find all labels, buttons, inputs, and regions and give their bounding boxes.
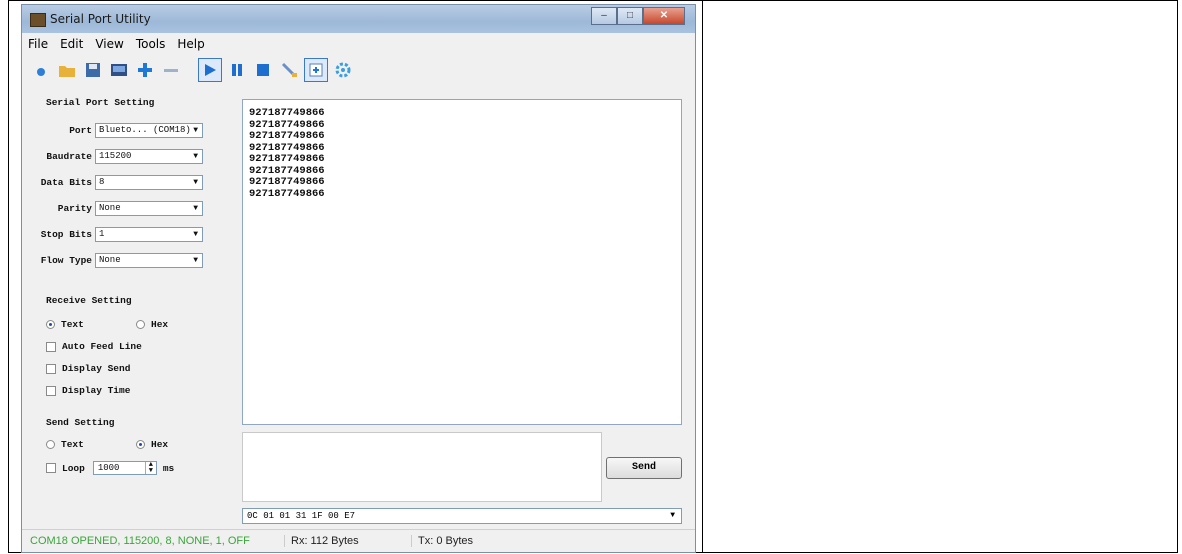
connection-status: COM18 OPENED, 115200, 8, NONE, 1, OFF <box>30 534 250 547</box>
radio-icon <box>46 440 55 449</box>
send-history-select[interactable]: 0C 01 01 31 1F 00 E7 ▼ <box>242 508 682 524</box>
receive-line: 927187749866 <box>249 187 325 200</box>
dropdown-arrow-icon: ▼ <box>193 204 198 213</box>
tx-count: Tx: 0 Bytes <box>411 534 473 547</box>
checkbox-icon <box>46 341 56 352</box>
title-bar[interactable]: Serial Port Utility – □ ✕ <box>22 5 695 33</box>
stop-icon[interactable] <box>252 59 274 81</box>
dropdown-arrow-icon: ▼ <box>193 230 198 239</box>
loop-interval-value: 1000 <box>97 463 120 473</box>
stopbits-select[interactable]: 1 ▼ <box>95 227 203 242</box>
send-text-label: Text <box>61 439 84 450</box>
port-label: Port <box>69 125 92 136</box>
app-icon <box>30 13 46 27</box>
menu-tools[interactable]: Tools <box>130 35 172 53</box>
stopbits-value: 1 <box>99 229 105 239</box>
rx-count: Rx: 112 Bytes <box>284 534 411 547</box>
clear-brush-icon[interactable] <box>278 59 300 81</box>
dropdown-arrow-icon: ▼ <box>193 256 198 265</box>
dropdown-arrow-icon: ▼ <box>670 511 675 520</box>
checkbox-icon <box>46 363 56 374</box>
flowtype-label: Flow Type <box>40 255 92 266</box>
receive-line: 927187749866 <box>249 107 325 119</box>
menu-bar: File Edit View Tools Help <box>22 35 211 53</box>
checkbox-icon <box>46 385 56 396</box>
receive-textarea[interactable]: 927187749866 927187749866 927187749866 9… <box>242 99 682 425</box>
loop-interval-input[interactable]: 1000 ▲ ▼ <box>92 461 157 475</box>
stopbits-label: Stop Bits <box>40 229 92 240</box>
receive-text-radio[interactable]: Text <box>46 319 84 330</box>
radio-icon <box>136 320 145 329</box>
receive-line: 927187749866 <box>249 130 325 142</box>
maximize-button[interactable]: □ <box>617 7 643 25</box>
display-time-label: Display Time <box>62 385 131 396</box>
new-icon[interactable] <box>30 59 52 81</box>
spin-arrows-icon[interactable]: ▲ ▼ <box>144 462 156 475</box>
pause-icon[interactable] <box>226 59 248 81</box>
minimize-button[interactable]: – <box>591 7 617 25</box>
close-button[interactable]: ✕ <box>643 7 685 25</box>
receive-setting-heading: Receive Setting <box>46 295 132 306</box>
app-window: Serial Port Utility – □ ✕ File Edit View… <box>21 4 696 553</box>
auto-feed-checkbox[interactable]: Auto Feed Line <box>46 341 142 352</box>
menu-edit[interactable]: Edit <box>54 35 89 53</box>
play-icon[interactable] <box>198 58 222 82</box>
display-send-checkbox[interactable]: Display Send <box>46 363 130 374</box>
databits-value: 8 <box>99 177 105 187</box>
parity-select[interactable]: None ▼ <box>95 201 203 216</box>
databits-select[interactable]: 8 ▼ <box>95 175 203 190</box>
radio-selected-icon <box>136 440 145 449</box>
status-bar: COM18 OPENED, 115200, 8, NONE, 1, OFF Rx… <box>22 529 695 551</box>
auto-feed-label: Auto Feed Line <box>62 341 142 352</box>
menu-file[interactable]: File <box>22 35 54 53</box>
toolbar <box>30 55 354 85</box>
loop-unit: ms <box>162 462 175 474</box>
parity-value: None <box>99 203 121 213</box>
port-select[interactable]: Blueto... (COM18) ▼ <box>95 123 203 138</box>
flowtype-value: None <box>99 255 121 265</box>
remove-icon[interactable] <box>160 59 182 81</box>
window-title: Serial Port Utility <box>50 12 151 26</box>
open-folder-icon[interactable] <box>56 59 78 81</box>
port-value: Blueto... (COM18) <box>99 125 191 135</box>
add-window-icon[interactable] <box>304 58 328 82</box>
loop-checkbox[interactable] <box>46 463 56 473</box>
baudrate-select[interactable]: 115200 ▼ <box>95 149 203 164</box>
send-history-value: 0C 01 01 31 1F 00 E7 <box>247 511 356 521</box>
menu-help[interactable]: Help <box>171 35 210 53</box>
receive-line: 927187749866 <box>249 176 325 188</box>
terminal-icon[interactable] <box>108 59 130 81</box>
receive-lines: 927187749866 927187749866 927187749866 9… <box>249 107 325 200</box>
receive-hex-radio[interactable]: Hex <box>136 319 168 330</box>
databits-label: Data Bits <box>40 177 92 188</box>
loop-label: Loop <box>62 462 85 474</box>
settings-gear-icon[interactable] <box>332 59 354 81</box>
dropdown-arrow-icon: ▼ <box>193 152 198 161</box>
flowtype-select[interactable]: None ▼ <box>95 253 203 268</box>
send-setting-heading: Send Setting <box>46 417 115 428</box>
baudrate-value: 115200 <box>99 151 132 161</box>
dropdown-arrow-icon: ▼ <box>193 126 198 135</box>
save-icon[interactable] <box>82 59 104 81</box>
serial-setting-heading: Serial Port Setting <box>46 97 155 108</box>
receive-hex-label: Hex <box>151 319 169 330</box>
add-icon[interactable] <box>134 59 156 81</box>
baudrate-label: Baudrate <box>46 151 92 162</box>
display-send-label: Display Send <box>62 363 131 374</box>
send-textarea[interactable] <box>242 432 602 502</box>
send-hex-radio[interactable]: Hex <box>136 439 168 450</box>
send-button[interactable]: Send <box>606 457 682 479</box>
parity-label: Parity <box>57 203 92 214</box>
receive-line: 927187749866 <box>249 153 325 165</box>
send-text-radio[interactable]: Text <box>46 439 84 450</box>
frame-divider <box>702 0 703 553</box>
menu-view[interactable]: View <box>89 35 129 53</box>
dropdown-arrow-icon: ▼ <box>193 178 198 187</box>
send-hex-label: Hex <box>151 439 169 450</box>
display-time-checkbox[interactable]: Display Time <box>46 385 130 396</box>
receive-text-label: Text <box>61 319 84 330</box>
radio-selected-icon <box>46 320 55 329</box>
